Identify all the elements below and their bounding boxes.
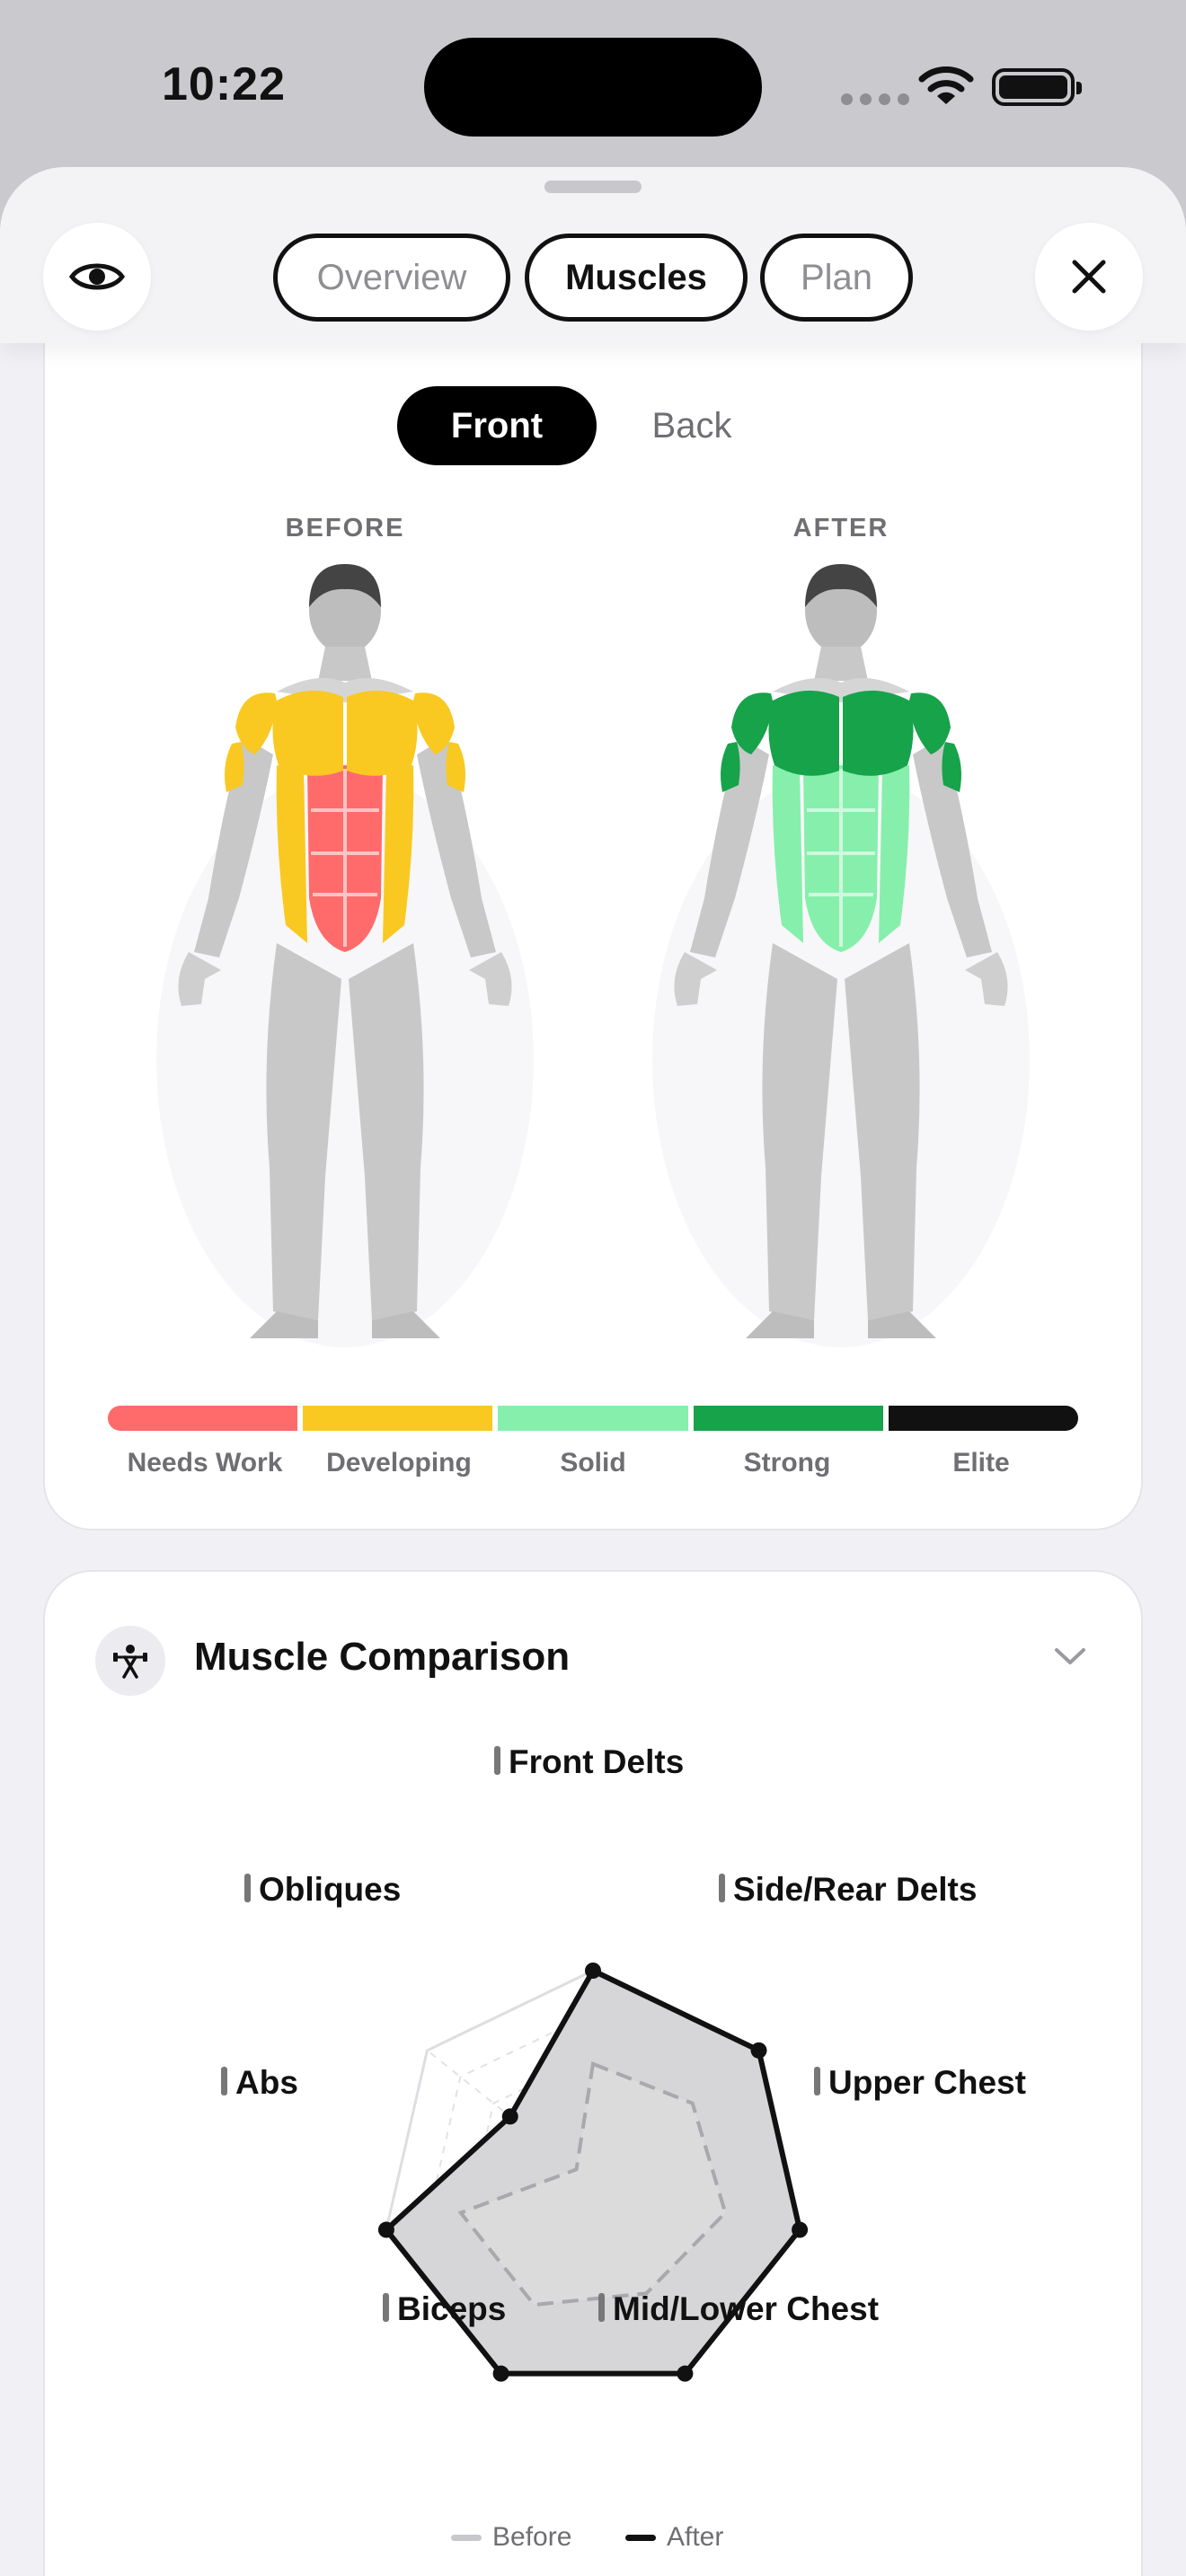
battery-icon xyxy=(992,68,1082,106)
legend-swatch-strong xyxy=(693,1406,883,1431)
axis-marker-3 xyxy=(598,2293,605,2322)
sheet-header: Overview Muscles Plan xyxy=(0,167,1186,343)
chevron-down-icon[interactable] xyxy=(1053,1645,1087,1667)
chart-legend-before: Before xyxy=(451,2522,571,2553)
left-pec xyxy=(768,690,839,776)
left-pec xyxy=(272,690,343,776)
axis-label-0: Front Delts xyxy=(509,1743,684,1780)
back-view-toggle[interactable]: Back xyxy=(611,386,773,465)
legend-line-before xyxy=(451,2534,482,2541)
after-point-2 xyxy=(792,2221,809,2238)
legend-swatch-solid xyxy=(498,1406,688,1431)
legend-before-label: Before xyxy=(492,2522,572,2552)
axis-label-3: Mid/Lower Chest xyxy=(613,2290,879,2327)
axis-marker-4 xyxy=(383,2293,389,2322)
after-label: AFTER xyxy=(792,514,890,543)
strength-legend-bar xyxy=(108,1406,1079,1431)
before-label: BEFORE xyxy=(285,514,405,543)
right-upper-arm xyxy=(446,742,465,792)
right-pec xyxy=(347,690,418,776)
axis-marker-1 xyxy=(719,1874,725,1902)
tab-muscles[interactable]: Muscles xyxy=(525,234,748,322)
comparison-title: Muscle Comparison xyxy=(194,1635,571,1679)
legend-swatch-elite xyxy=(888,1406,1079,1431)
status-time: 10:22 xyxy=(162,58,286,110)
close-icon xyxy=(1072,260,1106,294)
legend-label-elite: Elite xyxy=(952,1448,1010,1478)
left-upper-arm xyxy=(721,742,740,792)
strength-legend-labels: Needs Work Developing Solid Strong Elite xyxy=(108,1448,1078,1478)
left-upper-arm xyxy=(225,742,244,792)
legend-swatch-developing xyxy=(303,1406,493,1431)
legend-label-needs-work: Needs Work xyxy=(127,1448,283,1478)
tab-overview[interactable]: Overview xyxy=(273,234,510,322)
after-point-5 xyxy=(377,2221,394,2238)
cellular-dots-icon xyxy=(841,93,909,105)
legend-label-solid: Solid xyxy=(560,1448,626,1478)
chart-legend-after: After xyxy=(625,2522,723,2553)
visibility-button[interactable] xyxy=(43,223,151,331)
before-body-figure xyxy=(156,564,534,1347)
legend-label-strong: Strong xyxy=(743,1448,831,1478)
axis-label-6: Obliques xyxy=(259,1871,401,1908)
radar-chart: Front Delts Side/Rear Delts Upper Chest Mid… xyxy=(221,1743,1026,2382)
front-view-toggle[interactable]: Front xyxy=(397,386,597,465)
axis-label-5: Abs xyxy=(235,2064,298,2101)
right-pec xyxy=(843,690,914,776)
after-body-figure xyxy=(652,564,1030,1347)
after-point-1 xyxy=(750,2042,767,2059)
legend-line-after xyxy=(625,2534,656,2541)
close-button[interactable] xyxy=(1035,223,1143,331)
right-upper-arm xyxy=(942,742,961,792)
neck xyxy=(318,647,372,681)
axis-marker-2 xyxy=(814,2067,820,2095)
weightlifter-icon xyxy=(95,1626,165,1696)
after-point-4 xyxy=(492,2365,509,2382)
axis-label-1: Side/Rear Delts xyxy=(733,1871,977,1908)
legend-after-label: After xyxy=(667,2522,724,2552)
dynamic-island xyxy=(424,38,762,137)
axis-marker-6 xyxy=(244,1874,251,1902)
axis-marker-5 xyxy=(221,2067,227,2095)
legend-label-developing: Developing xyxy=(326,1448,472,1478)
after-point-3 xyxy=(677,2365,694,2382)
after-point-0 xyxy=(585,1963,601,1979)
eye-icon xyxy=(69,263,125,290)
axis-marker-0 xyxy=(494,1746,500,1775)
sheet-grabber[interactable] xyxy=(544,181,642,193)
wifi-icon xyxy=(918,66,974,104)
axis-label-4: Biceps xyxy=(397,2290,506,2327)
axis-label-2: Upper Chest xyxy=(828,2064,1026,2101)
tab-plan[interactable]: Plan xyxy=(760,234,913,322)
after-point-6 xyxy=(501,2108,518,2125)
legend-swatch-needs-work xyxy=(108,1406,298,1431)
neck xyxy=(814,647,868,681)
